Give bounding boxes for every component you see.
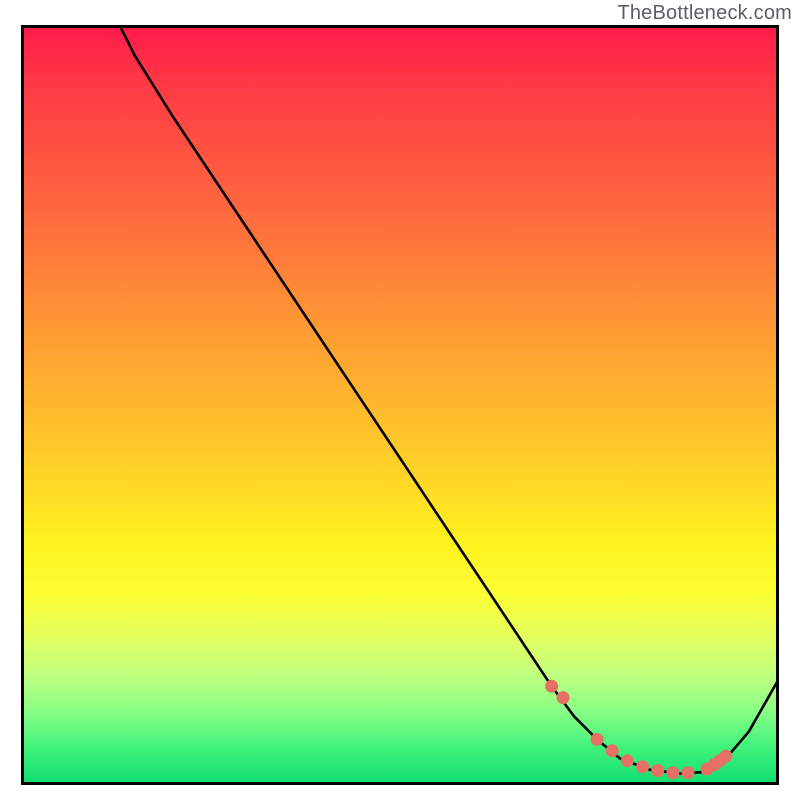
curve-layer: [120, 25, 780, 774]
optimum-dots-layer: [545, 680, 732, 780]
frame-border: [21, 782, 779, 785]
optimum-dot: [719, 750, 732, 763]
chart-root: TheBottleneck.com: [0, 0, 800, 800]
optimum-dot: [557, 691, 570, 704]
optimum-dot: [591, 733, 604, 746]
attribution-label: TheBottleneck.com: [617, 2, 792, 25]
frame-border: [21, 25, 779, 28]
frame-border: [776, 25, 779, 785]
optimum-dot: [606, 744, 619, 757]
optimum-dot: [651, 764, 664, 777]
plot-area: [21, 25, 779, 785]
optimum-dot: [621, 754, 634, 767]
optimum-dot: [636, 760, 649, 773]
optimum-dot: [682, 766, 695, 779]
optimum-dot: [666, 766, 679, 779]
frame-border: [21, 25, 24, 785]
chart-svg: [21, 25, 779, 785]
bottleneck-curve: [120, 25, 780, 774]
optimum-dot: [545, 680, 558, 693]
